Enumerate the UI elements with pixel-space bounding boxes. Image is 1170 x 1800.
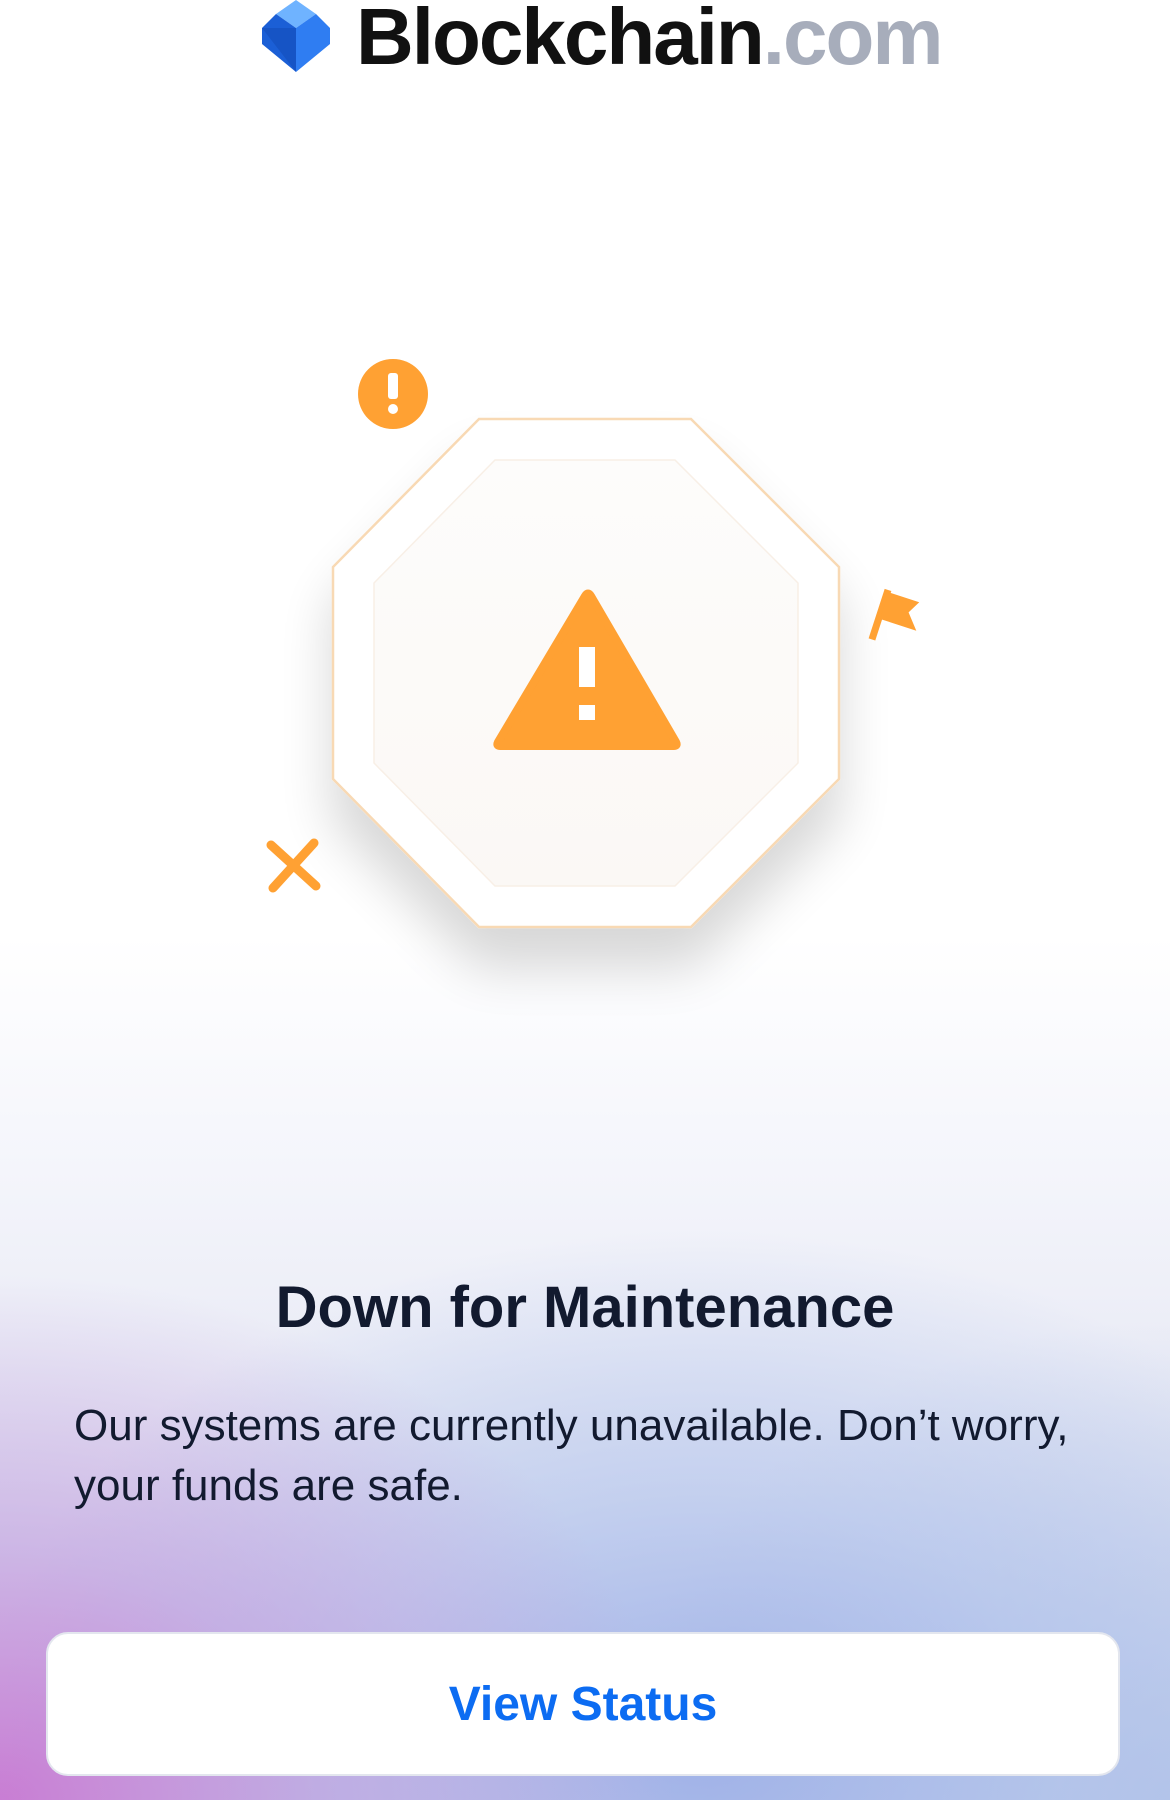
flag-icon bbox=[868, 588, 920, 641]
brand-name: Blockchain bbox=[356, 0, 765, 81]
brand-wordmark: Blockchain.com bbox=[356, 0, 944, 82]
view-status-button[interactable]: View Status bbox=[46, 1632, 1120, 1776]
header: Blockchain.com bbox=[0, 0, 1170, 90]
blockchain-cube-logo-icon bbox=[262, 0, 330, 72]
brand-tld: .com bbox=[762, 0, 944, 81]
maintenance-illustration bbox=[0, 300, 1170, 1060]
status-description: Our systems are currently unavailable. D… bbox=[74, 1401, 1069, 1510]
page-title: Down for Maintenance bbox=[275, 1275, 895, 1340]
exclamation-circle-icon bbox=[358, 359, 428, 429]
x-mark-icon bbox=[266, 838, 321, 893]
